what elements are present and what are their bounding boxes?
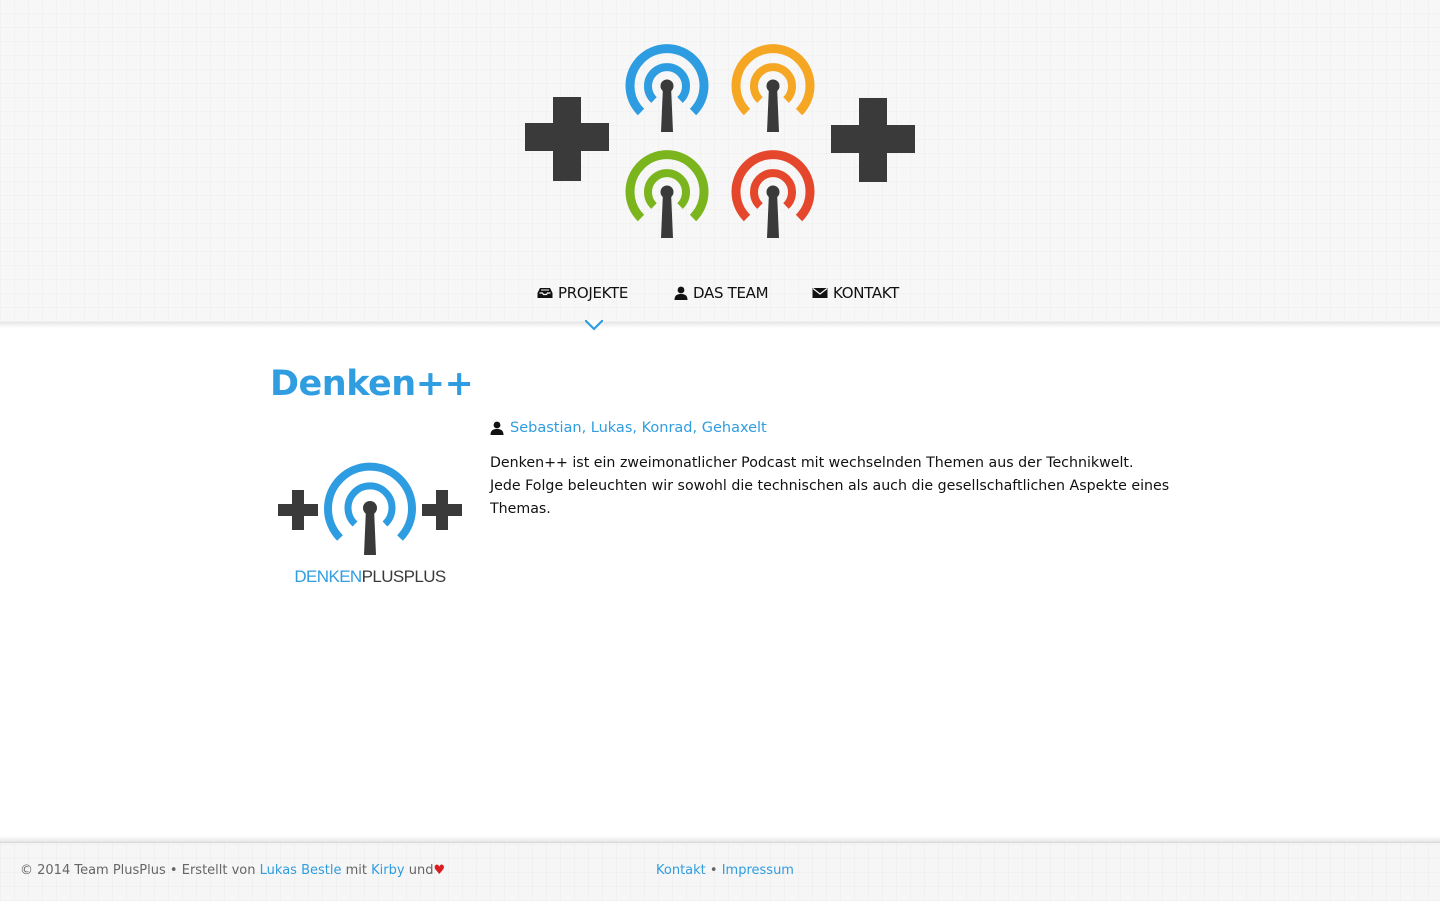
nav-item-projekte[interactable]: PROJEKTE (537, 284, 628, 302)
author-link[interactable]: Gehaxelt (702, 420, 767, 436)
copyright-text: © 2014 Team PlusPlus (20, 863, 166, 878)
nav-item-label: KONTAKT (833, 284, 900, 302)
plus-icon (422, 490, 462, 530)
inbox-icon (537, 288, 553, 298)
plus-icon (278, 490, 318, 530)
nav-item-das-team[interactable]: DAS TEAM (674, 284, 769, 302)
contact-link[interactable]: Kontakt (656, 863, 706, 878)
kirby-link[interactable]: Kirby (371, 863, 404, 878)
project-description: Denken++ ist ein zweimonatlicher Podcast… (490, 452, 1170, 521)
nav-item-label: PROJEKTE (558, 284, 629, 302)
envelope-icon (812, 288, 828, 298)
user-icon (490, 421, 504, 435)
project-title: Denken++ (270, 364, 474, 404)
description-line: Denken++ ist ein zweimonatlicher Podcast… (490, 455, 1134, 471)
heart-icon: ♥ (433, 863, 446, 878)
header-shadow (0, 322, 1440, 328)
footer-links: Kontakt • Impressum (656, 863, 794, 878)
plus-icon (831, 98, 915, 182)
active-nav-indicator (585, 320, 603, 331)
site-header: PROJEKTE DAS TEAM KONTAKT (0, 0, 1440, 323)
denkenplusplus-logo: DENKENPLUSPLUS (278, 462, 462, 586)
main-nav: PROJEKTE DAS TEAM KONTAKT (0, 284, 1440, 308)
podcast-green-icon (625, 150, 709, 238)
nav-item-kontakt[interactable]: KONTAKT (812, 284, 899, 302)
imprint-link[interactable]: Impressum (722, 863, 794, 878)
author-link[interactable]: Lukas (591, 420, 633, 436)
podcast-orange-icon (731, 44, 815, 132)
author-link[interactable]: Sebastian (510, 420, 582, 436)
author-link[interactable]: Konrad (642, 420, 693, 436)
author-link[interactable]: Lukas Bestle (260, 863, 342, 878)
svg-text:DENKENPLUSPLUS: DENKENPLUSPLUS (294, 567, 446, 586)
description-line: Jede Folge beleuchten wir sowohl die tec… (490, 478, 1170, 517)
podcast-blue-icon (625, 44, 709, 132)
plus-icon (525, 97, 609, 181)
logo-text-plusplus: PLUSPLUS (362, 567, 446, 586)
site-footer: © 2014 Team PlusPlus • Erstellt von Luka… (0, 842, 1440, 901)
footer-credits: © 2014 Team PlusPlus • Erstellt von Luka… (20, 863, 446, 878)
user-icon (674, 286, 688, 300)
nav-item-label: DAS TEAM (693, 284, 769, 302)
project-authors: Sebastian, Lukas, Konrad, Gehaxelt (490, 420, 767, 436)
podcast-red-icon (731, 150, 815, 238)
logo-text-denken: DENKEN (294, 567, 361, 586)
podcast-blue-icon (324, 462, 416, 555)
site-logo[interactable] (522, 38, 918, 242)
